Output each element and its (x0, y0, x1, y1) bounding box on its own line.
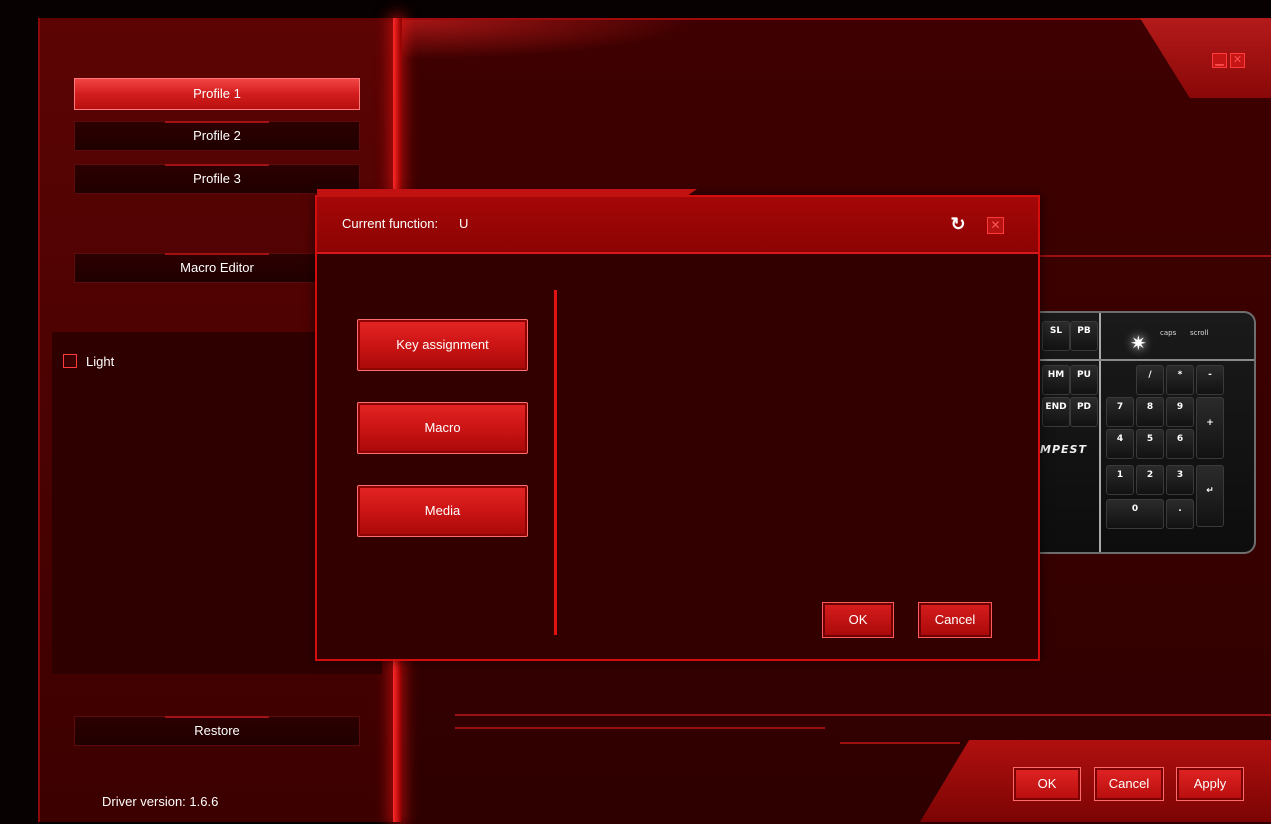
key: 9 (1166, 397, 1194, 427)
enter-key: ↵ (1196, 465, 1224, 527)
scroll-indicator: scroll (1190, 329, 1209, 337)
key: * (1166, 365, 1194, 395)
key: 1 (1106, 465, 1134, 495)
key: 5 (1136, 429, 1164, 459)
function-dialog: Current function: U ↻ ✕ Key assignment M… (315, 189, 1040, 661)
divider-line (1040, 255, 1271, 257)
key: / (1136, 365, 1164, 395)
apply-button[interactable]: Apply (1176, 767, 1244, 801)
divider-line (840, 742, 960, 744)
app-window: ▁ ✕ ✷ caps scroll MPEST SL PB HM PU END … (0, 0, 1271, 824)
divider-line (455, 727, 825, 729)
key: 4 (1106, 429, 1134, 459)
key: . (1166, 499, 1194, 529)
dialog-divider (554, 290, 557, 635)
current-function-value: U (459, 216, 469, 231)
close-window-icon[interactable]: ✕ (1230, 53, 1245, 68)
key: PU (1070, 365, 1098, 395)
key: 6 (1166, 429, 1194, 459)
key: 2 (1136, 465, 1164, 495)
keyboard-divider (1040, 359, 1254, 361)
key: PB (1070, 321, 1098, 351)
divider-line (455, 714, 1271, 716)
light-checkbox[interactable] (63, 354, 77, 368)
key: 7 (1106, 397, 1134, 427)
profile-2-button[interactable]: Profile 2 (74, 121, 360, 151)
keyboard-divider (1099, 313, 1101, 552)
macro-button[interactable]: Macro (357, 402, 528, 454)
caps-indicator: caps (1160, 329, 1177, 337)
restore-button[interactable]: Restore (74, 716, 360, 746)
dialog-header-decor (317, 189, 697, 197)
led-icon: ✷ (1130, 333, 1147, 355)
key: SL (1042, 321, 1070, 351)
light-label: Light (86, 354, 115, 369)
dialog-header: Current function: U ↻ ✕ (317, 189, 1038, 254)
key: END (1042, 397, 1070, 427)
decor-glow (400, 20, 700, 60)
key: HM (1042, 365, 1070, 395)
refresh-icon[interactable]: ↻ (949, 215, 967, 233)
dialog-ok-button[interactable]: OK (822, 602, 894, 638)
driver-version: Driver version: 1.6.6 (102, 794, 219, 809)
keyboard-brand: MPEST (1040, 443, 1087, 456)
key: 8 (1136, 397, 1164, 427)
keyboard-image: ✷ caps scroll MPEST SL PB HM PU END PD /… (1040, 311, 1256, 554)
key: + (1196, 397, 1224, 459)
cancel-button[interactable]: Cancel (1094, 767, 1164, 801)
key: - (1196, 365, 1224, 395)
key: 0 (1106, 499, 1164, 529)
dialog-cancel-button[interactable]: Cancel (918, 602, 992, 638)
key: 3 (1166, 465, 1194, 495)
key: PD (1070, 397, 1098, 427)
key-assignment-button[interactable]: Key assignment (357, 319, 528, 371)
current-function-label: Current function: (342, 216, 439, 231)
close-icon[interactable]: ✕ (987, 217, 1004, 234)
media-button[interactable]: Media (357, 485, 528, 537)
minimize-icon[interactable]: ▁ (1212, 53, 1227, 68)
window-controls: ▁ ✕ (1212, 53, 1245, 68)
profile-1-button[interactable]: Profile 1 (74, 78, 360, 110)
ok-button[interactable]: OK (1013, 767, 1081, 801)
